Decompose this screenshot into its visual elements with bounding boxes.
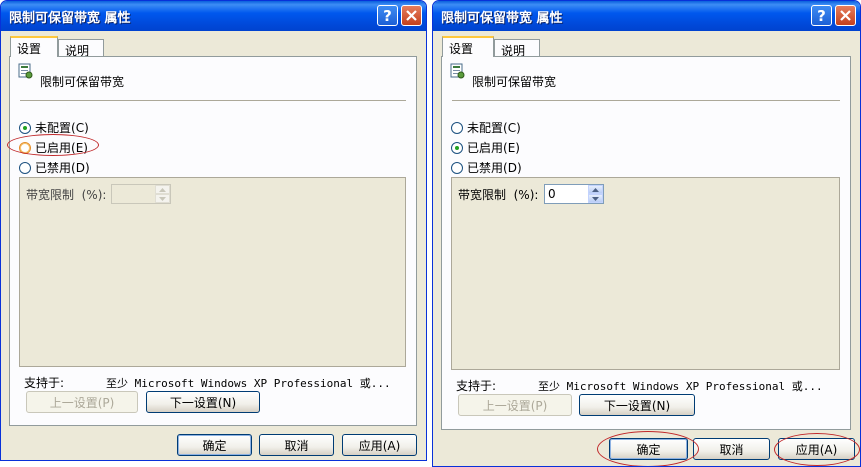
radio-disabled[interactable]: [451, 161, 463, 174]
option-enabled[interactable]: 已启用(E): [451, 139, 520, 156]
radio-enabled[interactable]: [451, 141, 463, 154]
ok-button[interactable]: 确定: [609, 438, 688, 460]
supported-on-value: 至少 Microsoft Windows XP Professional 或..…: [538, 380, 823, 393]
settings-panel: 限制可保留带宽 未配置(C) 已启用(E) 已禁用(D) 带宽限制 (%): 0: [441, 56, 851, 430]
properties-dialog-right: 限制可保留带宽 属性 ? 设置 说明 限制可保留带宽 未配置(C) 已启用(E)…: [432, 0, 861, 467]
tab-explain[interactable]: 说明: [58, 39, 104, 58]
option-not-configured-label: 未配置(C): [35, 121, 89, 135]
close-button[interactable]: [401, 5, 422, 26]
separator: [452, 100, 840, 101]
spinner-buttons: [588, 185, 603, 203]
help-icon: ?: [817, 6, 826, 25]
ok-button[interactable]: 确定: [177, 434, 252, 456]
spin-up-button[interactable]: [155, 185, 170, 194]
spin-down-icon: [592, 196, 599, 201]
settings-panel: 限制可保留带宽 未配置(C) 已启用(E) 已禁用(D) 带宽限制 (%): 支…: [9, 56, 417, 426]
spin-down-button[interactable]: [588, 194, 603, 203]
close-icon: [406, 10, 417, 21]
close-icon: [840, 10, 851, 21]
spin-up-icon: [159, 187, 166, 192]
spin-down-icon: [159, 196, 166, 201]
tab-settings[interactable]: 设置: [442, 36, 494, 57]
option-not-configured-label: 未配置(C): [467, 121, 521, 135]
policy-icon: [18, 63, 33, 79]
supported-on-label: 支持于:: [24, 376, 65, 390]
title-bar[interactable]: 限制可保留带宽 属性 ?: [433, 1, 860, 31]
option-enabled-label: 已启用(E): [467, 141, 520, 155]
window-title: 限制可保留带宽 属性: [441, 11, 563, 26]
separator: [20, 100, 406, 101]
spin-up-icon: [592, 187, 599, 192]
supported-on-value: 至少 Microsoft Windows XP Professional 或..…: [106, 377, 391, 390]
option-disabled[interactable]: 已禁用(D): [451, 159, 522, 176]
window-title: 限制可保留带宽 属性: [9, 11, 131, 26]
help-icon: ?: [383, 6, 392, 25]
cancel-button[interactable]: 取消: [259, 434, 334, 456]
tab-settings[interactable]: 设置: [10, 36, 58, 57]
bandwidth-limit-spinner[interactable]: 0: [544, 184, 604, 204]
cancel-button[interactable]: 取消: [693, 438, 770, 460]
radio-disabled[interactable]: [19, 161, 31, 174]
previous-setting-button[interactable]: 上一设置(P): [458, 394, 572, 416]
spin-down-button[interactable]: [155, 194, 170, 203]
bandwidth-limit-label: 带宽限制 (%):: [458, 188, 539, 202]
tab-settings-label: 设置: [449, 42, 474, 56]
options-area: 带宽限制 (%): 0: [451, 177, 840, 370]
supported-on-label: 支持于:: [456, 379, 497, 393]
tab-settings-label: 设置: [17, 42, 42, 56]
option-disabled-label: 已禁用(D): [35, 161, 90, 175]
properties-dialog-left: 限制可保留带宽 属性 ? 设置 说明 限制可保留带宽 未配置(C) 已启用(E)…: [0, 0, 427, 461]
close-button[interactable]: [835, 5, 856, 26]
policy-name: 限制可保留带宽: [40, 75, 125, 89]
policy-icon: [450, 63, 465, 79]
apply-button[interactable]: 应用(A): [342, 434, 417, 456]
option-not-configured[interactable]: 未配置(C): [19, 119, 89, 136]
policy-name: 限制可保留带宽: [472, 75, 557, 89]
option-disabled[interactable]: 已禁用(D): [19, 159, 90, 176]
radio-enabled[interactable]: [19, 141, 31, 154]
option-disabled-label: 已禁用(D): [467, 161, 522, 175]
next-setting-button[interactable]: 下一设置(N): [146, 391, 260, 413]
radio-not-configured[interactable]: [19, 121, 31, 134]
spin-up-button[interactable]: [588, 185, 603, 194]
bandwidth-limit-value[interactable]: 0: [548, 187, 556, 201]
bandwidth-limit-spinner[interactable]: [111, 184, 171, 204]
bandwidth-limit-label: 带宽限制 (%):: [26, 188, 107, 202]
title-bar[interactable]: 限制可保留带宽 属性 ?: [1, 1, 426, 31]
next-setting-button[interactable]: 下一设置(N): [579, 394, 695, 416]
previous-setting-button[interactable]: 上一设置(P): [26, 391, 138, 413]
help-button[interactable]: ?: [811, 5, 832, 26]
option-enabled-label: 已启用(E): [35, 141, 88, 155]
radio-not-configured[interactable]: [451, 121, 463, 134]
option-not-configured[interactable]: 未配置(C): [451, 119, 521, 136]
help-button[interactable]: ?: [377, 5, 398, 26]
option-enabled[interactable]: 已启用(E): [19, 139, 88, 156]
options-area: 带宽限制 (%):: [19, 177, 406, 367]
apply-button[interactable]: 应用(A): [778, 438, 855, 460]
spinner-buttons: [155, 185, 170, 203]
tab-explain[interactable]: 说明: [494, 39, 540, 58]
